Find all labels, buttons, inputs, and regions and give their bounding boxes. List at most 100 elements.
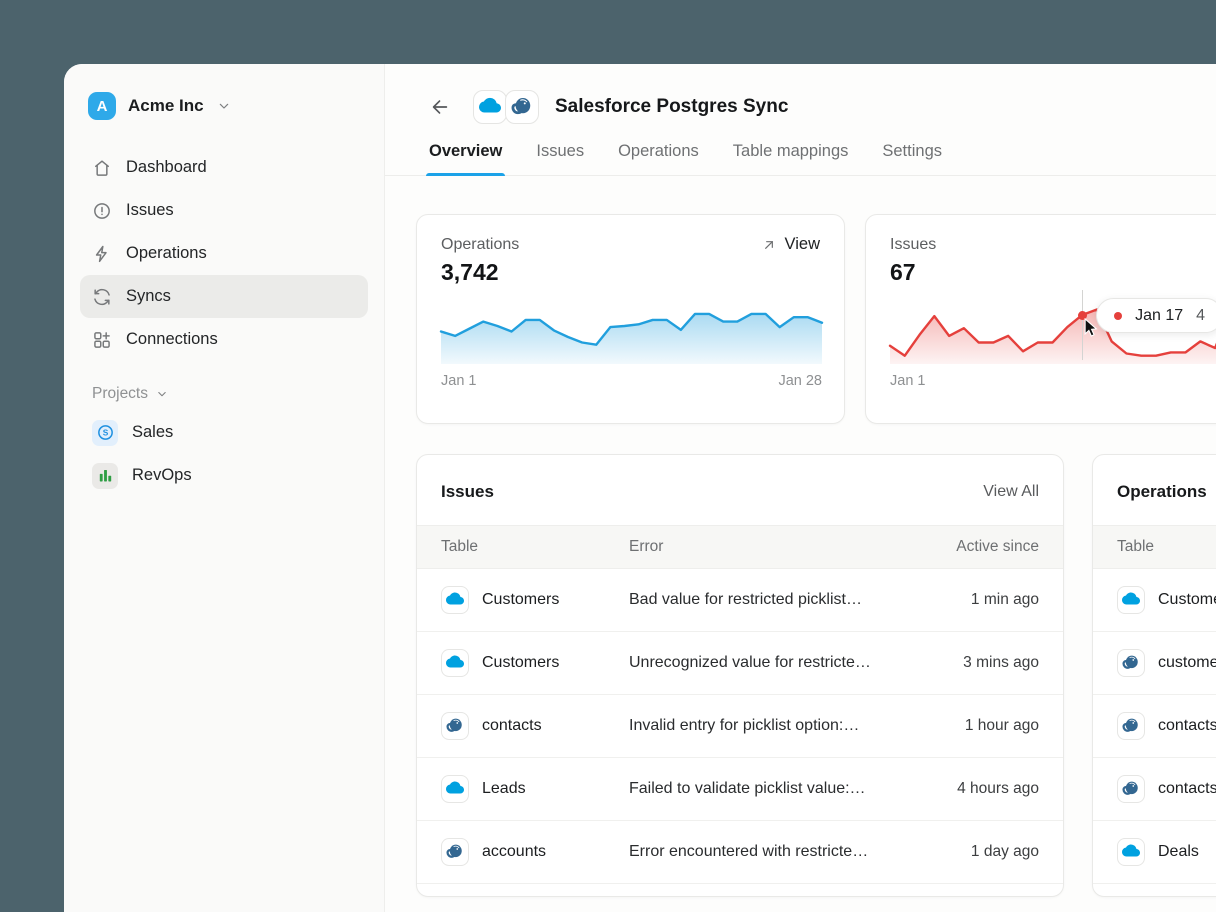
issues-x-axis: Jan 1 [890,373,1216,389]
stat-title-operations: Operations [441,236,519,254]
table-name: contacts [482,717,542,735]
back-button[interactable] [429,95,453,119]
table-cell: Deals [1117,838,1216,866]
table-cell: contacts [1117,775,1216,803]
salesforce-logo-icon [441,775,469,803]
table-name: Customers [1158,591,1216,609]
sync-logos [473,90,539,124]
table-row[interactable]: Customers [1093,569,1216,632]
operations-table-card: Operations Table Customers customers conta… [1092,454,1216,897]
active-since-cell: 1 hour ago [907,717,1039,735]
operations-table-header: Table [1093,525,1216,569]
projects-section-toggle[interactable]: Projects [92,385,384,403]
table-row[interactable]: Customers Unrecognized value for restric… [417,632,1063,695]
sidebar-item-dashboard[interactable]: Dashboard [80,146,368,189]
project-item-sales[interactable]: S Sales [80,411,368,454]
issues-table-card: Issues View All Table Error Active since… [416,454,1064,897]
table-row[interactable]: contacts [1093,695,1216,758]
main-area: Salesforce Postgres Sync Overview Issues O… [385,64,1216,912]
postgres-logo-icon [1117,649,1145,677]
postgres-logo-icon [1117,775,1145,803]
table-name: Leads [482,780,526,798]
table-row[interactable]: Leads Failed to validate picklist value:… [417,758,1063,821]
table-cell: Leads [441,775,617,803]
operations-x-axis: Jan 1 Jan 28 [441,373,822,389]
bar-chart-icon [92,463,118,489]
chevron-down-icon [216,98,232,114]
tab-issues[interactable]: Issues [536,142,584,175]
operations-chart-area [441,298,820,364]
table-row[interactable]: accounts Error encountered with restrict… [417,821,1063,884]
active-since-cell: 4 hours ago [907,780,1039,798]
sidebar-item-syncs[interactable]: Syncs [80,275,368,318]
sidebar-item-label: Operations [126,244,207,263]
project-item-label: RevOps [132,466,192,485]
svg-text:S: S [102,428,108,438]
partial-row [417,884,1063,896]
postgres-logo-icon [1117,712,1145,740]
tables-row: Issues View All Table Error Active since… [416,454,1216,897]
salesforce-logo-icon [441,586,469,614]
active-since-cell: 1 min ago [907,591,1039,609]
table-row[interactable]: Deals [1093,821,1216,884]
operations-count: 3,742 [441,259,820,286]
page-header: Salesforce Postgres Sync [385,64,1216,126]
active-since-cell: 3 mins ago [907,654,1039,672]
table-name: accounts [482,843,546,861]
partial-row [1093,884,1216,896]
home-icon [92,158,112,178]
table-row[interactable]: contacts Invalid entry for picklist opti… [417,695,1063,758]
workspace-switcher[interactable]: A Acme Inc [88,92,368,120]
stat-title-issues: Issues [890,236,936,254]
view-operations-link[interactable]: View [761,235,820,254]
issues-table-header: Table Error Active since [417,525,1063,569]
column-error: Error [629,538,895,556]
issues-chart-area: Jan 17 4 [890,298,1216,364]
table-row[interactable]: customers [1093,632,1216,695]
column-table: Table [1117,538,1216,556]
operations-chart [441,298,822,364]
table-row[interactable]: contacts [1093,758,1216,821]
operations-stat-card: Operations View 3,742 Jan 1 [416,214,845,424]
tooltip-series-dot [1114,312,1122,320]
column-active-since: Active since [907,538,1039,556]
issues-count: 67 [890,259,1216,286]
table-name: contacts [1158,717,1216,735]
tab-overview[interactable]: Overview [429,142,502,175]
postgres-logo-icon [441,838,469,866]
salesforce-logo-icon [441,649,469,677]
project-item-label: Sales [132,423,173,442]
tab-table-mappings[interactable]: Table mappings [733,142,849,175]
table-cell: contacts [441,712,617,740]
error-cell: Invalid entry for picklist option:… [629,717,895,735]
sidebar-item-operations[interactable]: Operations [80,232,368,275]
issues-table-body: Customers Bad value for restricted pickl… [417,569,1063,884]
operations-table-title: Operations [1117,482,1207,502]
issues-stat-card: Issues View 67 [865,214,1216,424]
error-cell: Unrecognized value for restricte… [629,654,895,672]
zap-icon [92,244,112,264]
view-all-issues-link[interactable]: View All [983,483,1039,501]
active-since-cell: 1 day ago [907,843,1039,861]
table-name: contacts [1158,780,1216,798]
projects-label: Projects [92,385,148,403]
project-item-revops[interactable]: RevOps [80,454,368,497]
tab-operations[interactable]: Operations [618,142,699,175]
sidebar-item-issues[interactable]: Issues [80,189,368,232]
table-row[interactable]: Customers Bad value for restricted pickl… [417,569,1063,632]
tooltip-date: Jan 17 [1135,307,1183,325]
table-cell: Customers [1117,586,1216,614]
salesforce-logo-icon [1117,838,1145,866]
table-name: Deals [1158,843,1199,861]
sidebar-item-connections[interactable]: Connections [80,318,368,361]
stat-cards-row: Operations View 3,742 Jan 1 [416,214,1216,424]
x-label-start: Jan 1 [441,373,476,389]
view-link-label: View [785,235,820,254]
arrow-left-icon [429,96,451,118]
tab-settings[interactable]: Settings [882,142,942,175]
tooltip-value: 4 [1196,307,1205,325]
salesforce-logo-icon [473,90,507,124]
salesforce-logo-icon [1117,586,1145,614]
arrow-up-right-icon [761,237,777,253]
sync-icon [92,287,112,307]
